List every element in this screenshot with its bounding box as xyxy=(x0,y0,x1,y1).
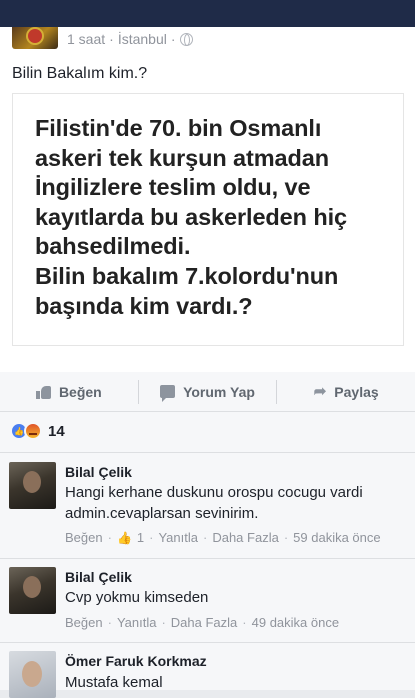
shared-image-text: Filistin'de 70. bin Osmanlı askeri tek k… xyxy=(35,115,347,319)
meta-separator: · xyxy=(161,615,166,630)
comment-author[interactable]: Bilal Çelik xyxy=(65,464,132,480)
meta-separator: · xyxy=(283,530,289,545)
comment-more-link[interactable]: Daha Fazla xyxy=(171,615,237,630)
avatar[interactable] xyxy=(9,462,56,509)
page-avatar[interactable] xyxy=(12,27,58,49)
comment-label: Yorum Yap xyxy=(183,383,255,400)
top-navigation-bar xyxy=(0,0,415,27)
comment-reply-link[interactable]: Yanıtla xyxy=(158,530,198,545)
divider xyxy=(0,452,415,453)
angry-reaction-icon xyxy=(24,422,42,440)
like-button[interactable]: Beğen xyxy=(0,380,138,404)
meta-separator: · xyxy=(149,530,154,545)
comment-author[interactable]: Bilal Çelik xyxy=(65,569,132,585)
globe-icon xyxy=(179,32,193,46)
comment-like-link[interactable]: Beğen xyxy=(65,530,103,545)
meta-separator: · xyxy=(202,530,208,545)
comment-more-link[interactable]: Daha Fazla xyxy=(212,530,278,545)
avatar[interactable] xyxy=(9,567,56,614)
like-count-icon: 👍 xyxy=(116,530,132,545)
post-card: 1 saat · İstanbul · Bilin Bakalım kim.? … xyxy=(0,27,415,372)
shared-image[interactable]: Filistin'de 70. bin Osmanlı askeri tek k… xyxy=(12,93,404,346)
divider xyxy=(0,558,415,559)
share-label: Paylaş xyxy=(334,383,379,400)
meta-separator: · xyxy=(107,615,112,630)
meta-separator: · xyxy=(107,530,112,545)
comment-icon xyxy=(160,385,176,402)
comment-author[interactable]: Ömer Faruk Korkmaz xyxy=(65,653,207,669)
like-label: Beğen xyxy=(58,383,102,400)
comment-like-link[interactable]: Beğen xyxy=(65,615,103,630)
comment-text: Hangi kerhane duskunu orospu cocugu vard… xyxy=(65,484,363,522)
meta-separator: · xyxy=(242,615,247,630)
thumbs-up-icon xyxy=(35,385,51,399)
reaction-summary[interactable]: 14 xyxy=(10,422,65,440)
avatar[interactable] xyxy=(9,651,56,698)
post-time[interactable]: 1 saat xyxy=(67,31,105,47)
comment-button[interactable]: Yorum Yap xyxy=(137,379,277,404)
comment-time: 59 dakika önce xyxy=(293,530,381,545)
comment-time: 49 dakika önce xyxy=(251,615,340,630)
comment-reply-link[interactable]: Yanıtla xyxy=(117,615,157,630)
divider xyxy=(0,642,415,643)
comment-text: Cvp yokmu kimseden xyxy=(65,589,209,606)
post-location[interactable]: İstanbul xyxy=(118,31,167,47)
post-text: Bilin Bakalım kim.? xyxy=(12,65,148,82)
reaction-count: 14 xyxy=(48,422,65,440)
post-action-bar: Beğen Yorum Yap ➦ Paylaş xyxy=(0,372,415,412)
comment-meta: Beğen · Yanıtla · Daha Fazla · 49 dakika… xyxy=(65,615,339,630)
share-button[interactable]: ➦ Paylaş xyxy=(276,379,415,404)
meta-separator: · xyxy=(170,31,176,47)
comment-meta: Beğen · 👍 1 · Yanıtla · Daha Fazla · 59 … xyxy=(65,530,381,545)
post-meta: 1 saat · İstanbul · xyxy=(67,31,193,47)
share-arrow-icon: ➦ xyxy=(313,383,327,400)
meta-separator: · xyxy=(109,31,114,47)
comments-section: 14 Bilal Çelik Hangi kerhane duskunu oro… xyxy=(0,412,415,698)
comment-like-count[interactable]: 1 xyxy=(137,530,144,545)
